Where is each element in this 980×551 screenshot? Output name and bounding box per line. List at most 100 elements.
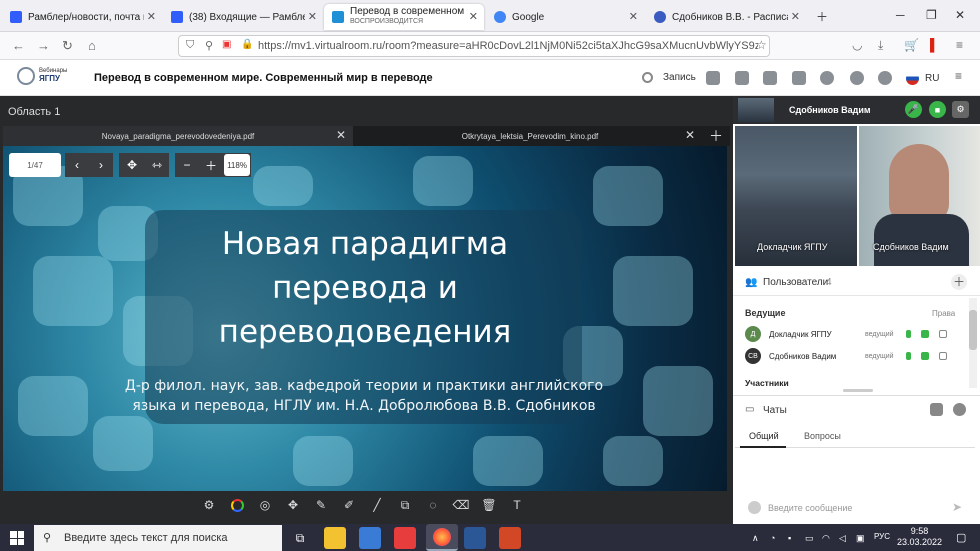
download-icon[interactable]: ⤓ (878, 38, 883, 53)
folder-icon[interactable] (792, 71, 806, 85)
minimize-icon[interactable]: ─ (896, 8, 905, 22)
user-row[interactable]: Д Докладчик ЯГПУ ведущий (745, 326, 967, 342)
file-tab-kino[interactable]: Otkrytaya_lektsia_Perevodim_kino.pdf (355, 126, 705, 146)
menu-icon[interactable]: ≡ (956, 38, 963, 52)
message-input[interactable]: Введите сообщение (768, 503, 852, 513)
settings-icon[interactable]: ⚙ (952, 101, 969, 118)
wifi-icon[interactable]: ◠ (822, 533, 830, 544)
line-icon[interactable]: ╱ (363, 494, 391, 516)
tray-app-icon[interactable]: ▪ (788, 533, 791, 543)
video-camera-icon[interactable] (920, 352, 929, 360)
user-row[interactable]: СВ Сдобников Вадим ведущий (745, 348, 967, 364)
input-language[interactable]: РУС (874, 532, 890, 541)
notifications-icon[interactable]: ▢ (956, 531, 966, 544)
store-icon[interactable] (359, 527, 381, 549)
add-user-button[interactable]: ＋ (951, 274, 967, 290)
move-tool-icon[interactable]: ✥ (279, 494, 307, 516)
back-icon[interactable]: ← (12, 38, 25, 53)
layout-icon[interactable] (706, 71, 720, 85)
close-icon[interactable]: ✕ (308, 10, 317, 23)
resize-handle[interactable] (843, 389, 873, 392)
screen-share-icon[interactable] (938, 330, 947, 338)
camera-icon[interactable]: ▣ (222, 39, 231, 50)
pointer-icon[interactable]: ◎ (251, 494, 279, 516)
flag-ru-icon[interactable] (906, 72, 919, 85)
close-icon[interactable]: ✕ (469, 10, 478, 23)
windows-start-icon[interactable] (10, 531, 24, 545)
permissions-icon[interactable]: ⚲ (205, 39, 213, 52)
close-file-icon[interactable]: ✕ (685, 128, 695, 142)
extension-icon[interactable]: ▌ (930, 38, 939, 52)
reload-icon[interactable]: ↻ (62, 38, 73, 54)
video-tile-speaker[interactable]: Сдобников Вадим (859, 126, 980, 266)
file-explorer-icon[interactable] (324, 527, 346, 549)
task-view-icon[interactable]: ⧉ (289, 527, 311, 549)
users-icon[interactable] (820, 71, 834, 85)
network-icon[interactable]: ◔ (770, 533, 775, 543)
browser-tab-rambler-news[interactable]: Рамблер/новости, почта и по… ✕ (2, 4, 162, 30)
zoom-in-button[interactable]: ＋ (199, 153, 223, 177)
chat-list-icon[interactable] (930, 403, 943, 416)
crop-icon[interactable]: ⧉ (391, 494, 419, 516)
taskbar-search[interactable]: ⚲ Введите здесь текст для поиска (34, 525, 282, 551)
settings-icon[interactable] (878, 71, 892, 85)
chat-icon[interactable] (735, 71, 749, 85)
tab-questions[interactable]: Вопросы (804, 431, 841, 441)
next-page-button[interactable]: › (89, 153, 113, 177)
board-icon[interactable] (763, 71, 777, 85)
record-button[interactable]: Запись (642, 72, 696, 83)
screen-share-icon[interactable] (938, 352, 947, 360)
tool-settings-icon[interactable]: ⚙ (195, 494, 223, 516)
browser-tab-google[interactable]: Google ✕ (486, 4, 644, 30)
pocket-icon[interactable]: ◡ (852, 38, 862, 52)
language-selector[interactable]: RU (925, 73, 939, 84)
users-scrollbar[interactable] (969, 298, 977, 388)
home-icon[interactable]: ⌂ (88, 38, 96, 53)
microphone-icon[interactable]: 🎤 (905, 101, 922, 118)
word-icon[interactable] (464, 527, 486, 549)
eraser-icon[interactable]: ⌫ (447, 494, 475, 516)
send-icon[interactable]: ➤ (952, 500, 962, 514)
video-camera-icon[interactable]: ■ (929, 101, 946, 118)
microphone-icon[interactable] (905, 330, 911, 338)
powerpoint-icon[interactable] (499, 527, 521, 549)
app-icon[interactable] (394, 527, 416, 549)
zoom-level[interactable]: 118% (224, 154, 250, 176)
trash-icon[interactable]: 🗑 (475, 494, 503, 516)
text-tool-icon[interactable]: T (503, 494, 531, 516)
shape-icon[interactable]: ◌ (419, 494, 447, 516)
clock[interactable]: 9:58 23.03.2022 (897, 526, 942, 548)
browser-tab-schedule[interactable]: Сдобников В.В. - Расписание ✕ (646, 4, 806, 30)
firefox-taskbar-button[interactable] (426, 524, 458, 551)
brush-icon[interactable]: ✎ (307, 494, 335, 516)
file-tab-paradigma[interactable]: Novaya_paradigma_perevodovedeniya.pdf (3, 126, 353, 146)
tab-general-chat[interactable]: Общий (749, 431, 779, 441)
video-camera-icon[interactable] (920, 330, 929, 338)
emoji-icon[interactable] (748, 501, 761, 514)
close-icon[interactable]: ✕ (629, 10, 638, 23)
marker-icon[interactable]: ✐ (335, 494, 363, 516)
battery-icon[interactable]: ▭ (805, 533, 814, 544)
bookmark-star-icon[interactable]: ☆ (756, 38, 767, 52)
new-tab-button[interactable]: ＋ (816, 8, 828, 25)
microphone-icon[interactable] (905, 352, 911, 360)
shield-icon[interactable]: ⛉ (186, 39, 194, 52)
page-input[interactable]: 1/47 (9, 153, 61, 177)
menu-icon[interactable]: ≡ (955, 69, 969, 83)
cart-icon[interactable]: 🛒 (904, 38, 919, 52)
chat-settings-icon[interactable] (953, 403, 966, 416)
add-file-icon[interactable]: ＋ (709, 126, 723, 146)
video-tile-audience[interactable]: Докладчик ЯГПУ (735, 126, 857, 266)
forward-icon[interactable]: → (37, 38, 50, 53)
camera-tray-icon[interactable]: ▣ (856, 533, 865, 544)
close-icon[interactable]: ✕ (147, 10, 156, 23)
zoom-out-button[interactable]: − (175, 153, 199, 177)
move-icon[interactable]: ✥ (119, 153, 145, 177)
restore-icon[interactable]: ❐ (926, 8, 937, 22)
close-file-icon[interactable]: ✕ (336, 128, 346, 142)
volume-icon[interactable]: ◁ (839, 533, 846, 544)
tray-expand-icon[interactable]: ∧ (752, 533, 759, 544)
browser-tab-inbox[interactable]: (38) Входящие — Рамблер/по… ✕ (163, 4, 323, 30)
prev-page-button[interactable]: ‹ (65, 153, 89, 177)
info-icon[interactable] (850, 71, 864, 85)
